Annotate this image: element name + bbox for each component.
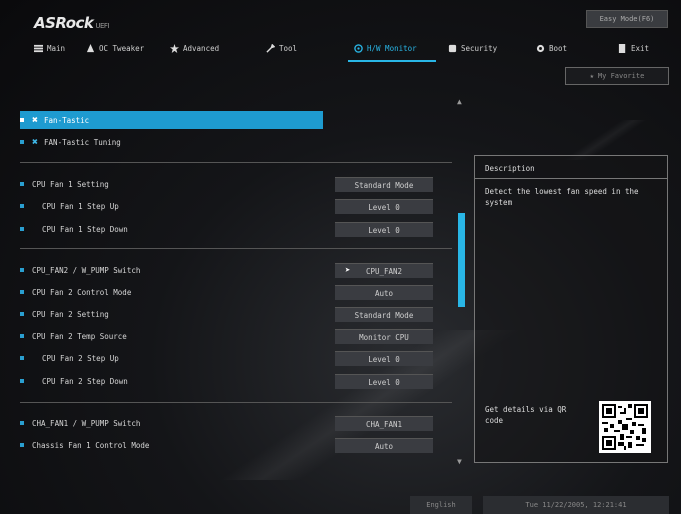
- setting-value-button[interactable]: Monitor CPU: [335, 329, 433, 344]
- bullet-icon: [20, 290, 24, 294]
- setting-label: CPU Fan 2 Temp Source: [32, 331, 127, 341]
- section-divider: [20, 248, 452, 249]
- setting-value-button[interactable]: Standard Mode: [335, 307, 433, 322]
- section-divider: [20, 162, 452, 163]
- exit-icon: [618, 43, 626, 53]
- active-tab-indicator: [348, 60, 436, 62]
- bullet-icon: [20, 334, 24, 338]
- bullet-icon: [20, 443, 24, 447]
- bullet-icon: [20, 227, 24, 231]
- star-icon: [170, 43, 179, 53]
- setting-value-button[interactable]: Level 0: [335, 351, 433, 366]
- description-title: Description: [485, 164, 535, 173]
- top-navigation: Main OC Tweaker Advanced Tool H/W Monito…: [28, 40, 678, 56]
- setting-value-button[interactable]: ➤ CPU_FAN2: [335, 263, 433, 278]
- tab-boot[interactable]: Boot: [536, 40, 567, 56]
- tab-label: OC Tweaker: [99, 43, 145, 53]
- tab-main[interactable]: Main: [34, 40, 65, 56]
- tab-exit[interactable]: Exit: [618, 40, 649, 56]
- my-favorite-button[interactable]: ★ My Favorite: [565, 67, 669, 85]
- description-panel: Description Detect the lowest fan speed …: [474, 155, 668, 463]
- tab-label: Tool: [279, 43, 298, 53]
- setting-value-button[interactable]: Level 0: [335, 374, 433, 389]
- star-icon: ★: [589, 72, 594, 80]
- setting-value-button[interactable]: Auto: [335, 285, 433, 300]
- qr-code-icon: [602, 404, 648, 450]
- setting-label: CPU Fan 1 Setting: [32, 179, 109, 189]
- setting-value-button[interactable]: CHA_FAN1: [335, 416, 433, 431]
- setting-label: CPU Fan 2 Control Mode: [32, 287, 132, 297]
- description-text: Detect the lowest fan speed in the syste…: [485, 187, 639, 207]
- menu-item-fan-tastic-tuning[interactable]: ✖ FAN-Tastic Tuning: [20, 133, 452, 151]
- setting-label: CHA_FAN1 / W_PUMP Switch: [32, 418, 141, 428]
- bullet-icon: [20, 268, 24, 272]
- tab-tool[interactable]: Tool: [266, 40, 297, 56]
- logo-text: ASRock: [34, 14, 94, 32]
- setting-value-button[interactable]: Auto: [335, 438, 433, 453]
- tab-label: Security: [461, 43, 498, 53]
- setting-value-label: CPU_FAN2: [365, 266, 403, 276]
- menu-item-label: Fan-Tastic: [44, 115, 90, 125]
- bullet-icon: [20, 379, 24, 383]
- tab-security[interactable]: Security: [448, 40, 497, 56]
- language-button[interactable]: English: [410, 496, 472, 514]
- bullet-icon: [20, 140, 24, 144]
- scrollbar-thumb[interactable]: [458, 213, 465, 307]
- shield-icon: [448, 44, 457, 52]
- menu-item-label: FAN-Tastic Tuning: [44, 137, 121, 147]
- setting-label: CPU Fan 2 Step Up: [42, 353, 119, 363]
- setting-value-button[interactable]: Level 0: [335, 222, 433, 237]
- setting-value-button[interactable]: Standard Mode: [335, 177, 433, 192]
- setting-label: Chassis Fan 1 Control Mode: [32, 440, 150, 450]
- mouse-cursor-icon: ➤: [345, 266, 351, 276]
- monitor-icon: [354, 43, 363, 53]
- qr-caption: Get details via QR code: [485, 405, 567, 425]
- tab-label: H/W Monitor: [367, 43, 417, 53]
- tab-label: Exit: [631, 43, 650, 53]
- tab-label: Boot: [549, 43, 568, 53]
- easy-mode-button[interactable]: Easy Mode(F6): [586, 10, 668, 28]
- bullet-icon: [20, 356, 24, 360]
- background-stripe: [550, 120, 660, 160]
- wrench-icon: ✖: [32, 136, 39, 148]
- tab-advanced[interactable]: Advanced: [170, 40, 219, 56]
- bullet-icon: [20, 421, 24, 425]
- oc-icon: [86, 43, 95, 52]
- setting-value-button[interactable]: Level 0: [335, 199, 433, 214]
- section-divider: [20, 402, 452, 403]
- description-divider: [475, 178, 667, 179]
- bullet-icon: [20, 312, 24, 316]
- setting-label: CPU Fan 1 Step Down: [42, 224, 128, 234]
- setting-label: CPU Fan 1 Step Up: [42, 201, 119, 211]
- scroll-down-arrow[interactable]: ▼: [457, 458, 465, 466]
- bullet-icon: [20, 204, 24, 208]
- tool-icon: [266, 43, 275, 53]
- bullet-icon: [20, 118, 24, 122]
- bullet-icon: [20, 182, 24, 186]
- tab-oc-tweaker[interactable]: OC Tweaker: [86, 40, 144, 56]
- tab-label: Advanced: [183, 43, 220, 53]
- list-icon: [34, 44, 43, 52]
- qr-code: [599, 401, 651, 453]
- my-favorite-label: My Favorite: [597, 72, 645, 80]
- asrock-logo: ASRock UEFI: [34, 14, 110, 32]
- scroll-up-arrow[interactable]: ▲: [457, 98, 465, 106]
- tab-hw-monitor[interactable]: H/W Monitor: [354, 40, 417, 56]
- setting-label: CPU Fan 2 Setting: [32, 309, 109, 319]
- power-icon: [536, 44, 545, 52]
- wrench-icon: ✖: [32, 114, 39, 126]
- tab-label: Main: [47, 43, 66, 53]
- logo-suffix: UEFI: [95, 22, 110, 30]
- setting-label: CPU Fan 2 Step Down: [42, 376, 128, 386]
- datetime-display: Tue 11/22/2005, 12:21:41: [483, 496, 669, 514]
- menu-item-fan-tastic[interactable]: ✖ Fan-Tastic: [20, 111, 323, 129]
- setting-label: CPU_FAN2 / W_PUMP Switch: [32, 265, 141, 275]
